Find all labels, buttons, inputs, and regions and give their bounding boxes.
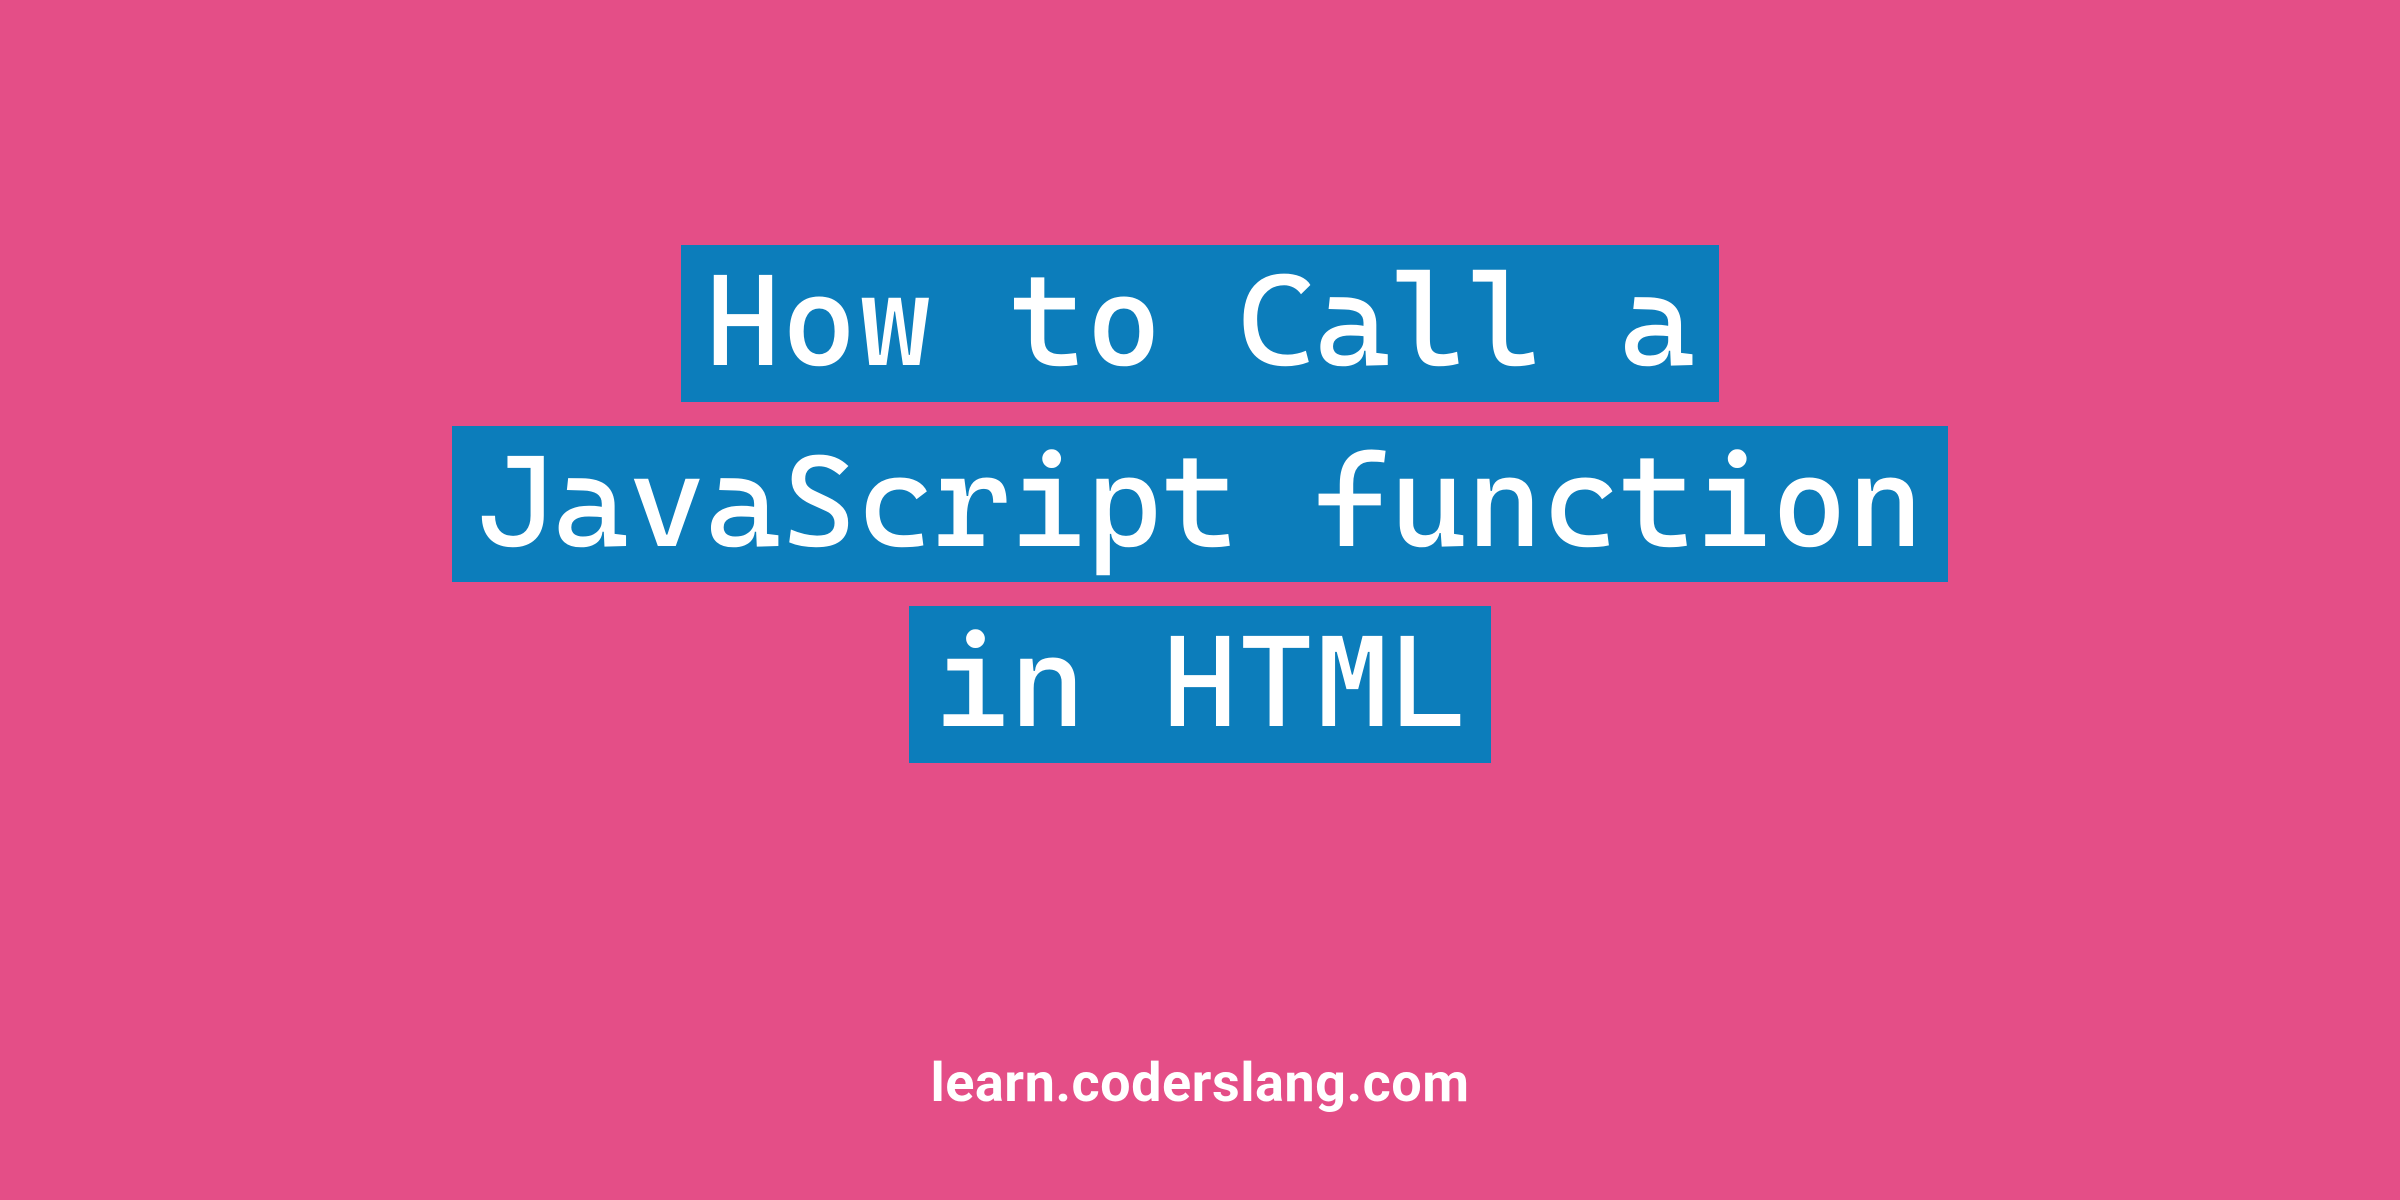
title-line-2: JavaScript function <box>452 426 1947 583</box>
title-line-1: How to Call a <box>681 245 1719 402</box>
footer-url: learn.coderslang.com <box>0 1052 2400 1115</box>
title-line-3: in HTML <box>909 606 1490 763</box>
title-container: How to Call a JavaScript function in HTM… <box>0 245 2400 763</box>
